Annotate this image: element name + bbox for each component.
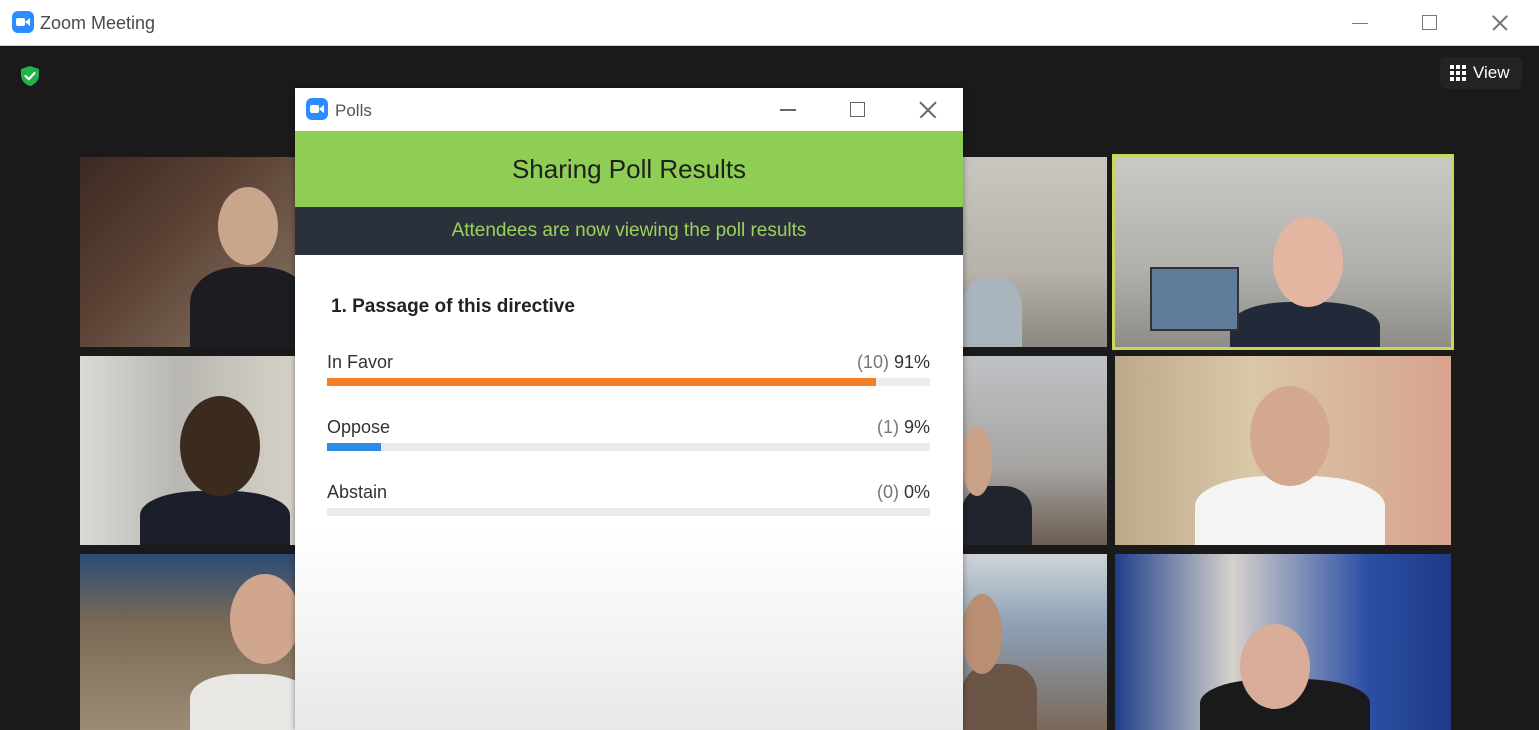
participant-face xyxy=(1240,624,1310,709)
option-result: (1) 9% xyxy=(877,417,930,438)
video-tile[interactable] xyxy=(80,157,298,347)
option-percent: 0% xyxy=(903,482,930,502)
zoom-logo-icon xyxy=(12,11,34,33)
video-tile[interactable] xyxy=(80,356,298,545)
option-percent: 9% xyxy=(903,417,930,437)
grid-icon xyxy=(1450,65,1466,81)
result-bar-track xyxy=(327,508,930,516)
poll-question: 1. Passage of this directive xyxy=(331,296,575,317)
result-bar-fill xyxy=(327,378,876,386)
participant-figure xyxy=(190,267,298,347)
video-tile[interactable] xyxy=(1115,356,1451,545)
poll-option: Oppose (1) 9% xyxy=(327,417,930,457)
video-tile[interactable] xyxy=(962,554,1107,730)
polls-close-button[interactable] xyxy=(915,97,941,123)
polls-titlebar: Polls xyxy=(295,88,963,131)
participant-figure xyxy=(962,664,1037,730)
shield-check-icon[interactable] xyxy=(18,64,42,88)
video-tile[interactable] xyxy=(1115,554,1451,730)
window-title: Zoom Meeting xyxy=(40,13,156,33)
participant-face xyxy=(962,426,992,496)
poll-option: In Favor (10) 91% xyxy=(327,352,930,392)
participant-figure xyxy=(190,674,298,730)
option-label: Abstain xyxy=(327,482,388,502)
main-titlebar: Zoom Meeting xyxy=(0,0,1539,46)
polls-dialog: Polls Sharing Poll Results Attendees are… xyxy=(295,88,963,730)
option-label: In Favor xyxy=(327,352,394,372)
view-button[interactable]: View xyxy=(1440,57,1522,89)
participant-figure xyxy=(1230,302,1380,347)
wall-map xyxy=(1150,267,1239,331)
result-bar-track xyxy=(327,443,930,451)
sharing-results-banner: Sharing Poll Results xyxy=(295,131,963,207)
close-button[interactable] xyxy=(1488,10,1514,36)
result-bar-track xyxy=(327,378,930,386)
participant-figure xyxy=(1195,476,1385,545)
option-percent: 91% xyxy=(893,352,930,372)
participant-face xyxy=(1250,386,1330,486)
participant-face xyxy=(1273,217,1343,307)
option-result: (10) 91% xyxy=(857,352,930,373)
participant-face xyxy=(962,594,1002,674)
participant-figure xyxy=(962,277,1022,347)
polls-maximize-button[interactable] xyxy=(844,97,870,123)
poll-option: Abstain (0) 0% xyxy=(327,482,930,522)
option-count: (1) xyxy=(876,417,899,437)
attendees-viewing-notice: Attendees are now viewing the poll resul… xyxy=(295,207,963,255)
video-tile[interactable] xyxy=(962,157,1107,347)
result-bar-fill xyxy=(327,443,382,451)
option-count: (10) xyxy=(856,352,889,372)
video-tile-active-speaker[interactable] xyxy=(1112,154,1454,350)
participant-figure xyxy=(140,491,290,545)
view-button-label: View xyxy=(1473,63,1510,82)
participant-face xyxy=(180,396,260,496)
participant-face xyxy=(230,574,298,664)
video-tile[interactable] xyxy=(962,356,1107,545)
polls-title: Polls xyxy=(335,101,372,120)
maximize-button[interactable] xyxy=(1418,10,1444,36)
option-label: Oppose xyxy=(327,417,391,437)
dialog-lower-area xyxy=(295,528,963,730)
minimize-button[interactable] xyxy=(1348,10,1374,36)
zoom-logo-icon xyxy=(306,98,328,120)
video-tile[interactable] xyxy=(80,554,298,730)
polls-minimize-button[interactable] xyxy=(775,97,801,123)
option-count: (0) xyxy=(876,482,899,502)
participant-face xyxy=(218,187,278,265)
option-result: (0) 0% xyxy=(877,482,930,503)
